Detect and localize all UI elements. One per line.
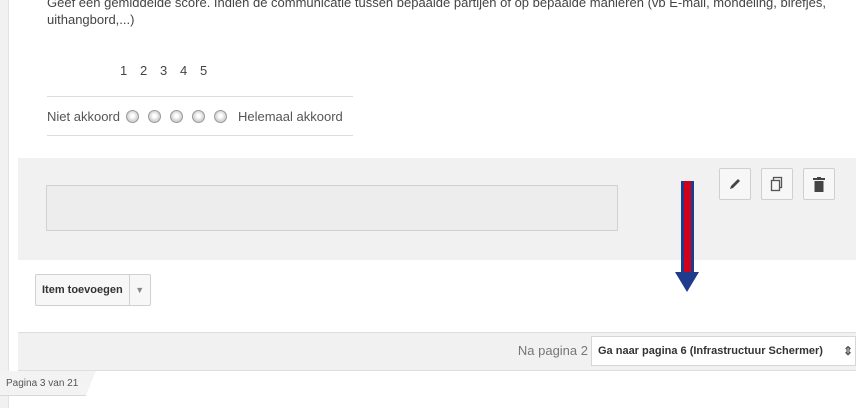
add-item-button[interactable]: Item toevoegen (35, 274, 130, 306)
linear-scale-row: Niet akkoord Helemaal akkoord (47, 96, 353, 136)
scale-max-label: Helemaal akkoord (237, 108, 343, 124)
scale-number: 4 (180, 63, 188, 78)
question-description: Geef een gemiddelde score. Indien de com… (47, 0, 827, 27)
chevron-down-icon: ▼ (135, 285, 145, 295)
scale-number: 5 (200, 63, 208, 78)
add-item-group: Item toevoegen ▼ (35, 274, 151, 306)
left-gutter (0, 0, 9, 408)
page-indicator-tab: Pagina 3 van 21 (0, 371, 97, 396)
item-edit-panel (18, 158, 856, 260)
scale-radio-3[interactable] (169, 109, 183, 123)
after-page-label: Na pagina 2 (517, 343, 588, 358)
scale-radio-1[interactable] (125, 109, 139, 123)
edit-button[interactable] (719, 168, 751, 200)
scale-number: 3 (160, 63, 168, 78)
scale-radio-5[interactable] (213, 109, 227, 123)
scale-radio-2[interactable] (147, 109, 161, 123)
trash-icon (813, 176, 825, 192)
scale-numbers: 12345 (120, 63, 220, 78)
duplicate-button[interactable] (761, 168, 793, 200)
add-item-dropdown-button[interactable]: ▼ (129, 274, 151, 306)
annotation-arrow-shaft (681, 181, 694, 273)
select-updown-icon: ⇕ (842, 344, 853, 358)
goto-page-select[interactable]: Ga naar pagina 6 (Infrastructuur Scherme… (591, 336, 856, 366)
goto-page-value: Ga naar pagina 6 (Infrastructuur Scherme… (598, 345, 823, 357)
item-text-field[interactable] (46, 185, 618, 231)
page-navigation-bar: Na pagina 2 Ga naar pagina 6 (Infrastruc… (18, 332, 856, 371)
delete-button[interactable] (803, 168, 835, 200)
annotation-arrow-head (675, 272, 699, 292)
scale-min-label: Niet akkoord (47, 108, 120, 124)
copy-icon (770, 176, 783, 192)
pencil-icon (730, 179, 740, 189)
scale-number: 1 (120, 63, 128, 78)
scale-number: 2 (140, 63, 148, 78)
scale-radio-4[interactable] (191, 109, 205, 123)
